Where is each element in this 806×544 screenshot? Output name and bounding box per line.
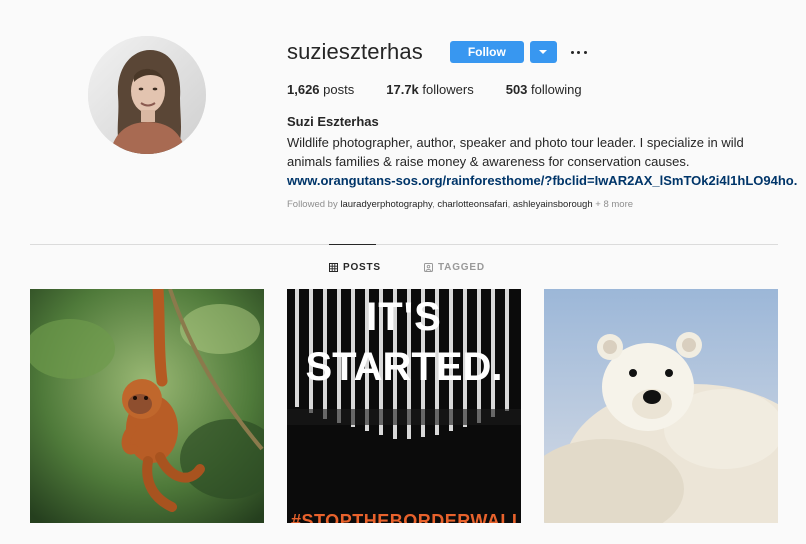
profile-title-row: suzieszterhas Follow	[287, 38, 797, 66]
tab-posts-label: POSTS	[343, 262, 381, 273]
profile-info: suzieszterhas Follow 1,626 posts 17.7k f…	[287, 38, 797, 210]
post-thumbnail-polar-bear[interactable]	[544, 289, 778, 523]
profile-username: suzieszterhas	[287, 39, 423, 64]
tab-tagged-label: TAGGED	[438, 262, 485, 273]
followers-label: followers	[422, 82, 474, 97]
profile-bio: Wildlife photographer, author, speaker a…	[287, 135, 744, 169]
profile-website-link[interactable]: www.orangutans-sos.org/rainforesthome/?f…	[287, 171, 797, 190]
followed-by-more[interactable]: + 8 more	[595, 199, 633, 210]
chevron-down-icon	[539, 50, 548, 54]
post-thumbnail-its-started[interactable]: IT'S STARTED. #STOPTHEBORDERWALL	[287, 289, 521, 523]
tab-posts[interactable]: POSTS	[329, 262, 381, 273]
more-options-button[interactable]	[570, 44, 587, 60]
followed-by-account[interactable]: charlotteonsafari	[437, 199, 507, 210]
followed-by-prefix: Followed by	[287, 199, 338, 210]
profile-full-name: Suzi Eszterhas	[287, 114, 379, 129]
more-dot-icon	[570, 50, 574, 54]
following-count: 503	[505, 82, 528, 97]
profile-avatar[interactable]	[88, 36, 206, 154]
post-graphic-line1: IT'S	[366, 295, 442, 339]
tab-tagged[interactable]: TAGGED	[424, 262, 485, 273]
followed-by-account[interactable]: ashleyainsborough	[513, 199, 593, 210]
following-stat[interactable]: 503 following	[506, 82, 582, 97]
follow-button[interactable]: Follow	[449, 41, 524, 63]
followers-count: 17.7k	[386, 82, 419, 97]
post-graphic-hashtag: #STOPTHEBORDERWALL	[291, 511, 521, 523]
following-label: following	[531, 82, 582, 97]
suggested-dropdown-button[interactable]	[529, 41, 557, 63]
profile-page: suzieszterhas Follow 1,626 posts 17.7k f…	[0, 0, 806, 544]
followed-by-line: Followed by lauradyerphotography, charlo…	[287, 199, 634, 210]
profile-stats: 1,626 posts 17.7k followers 503 followin…	[287, 82, 797, 97]
post-graphic-line2: STARTED.	[305, 345, 503, 389]
tabs-divider	[30, 244, 778, 245]
posts-stat: 1,626 posts	[287, 82, 354, 97]
posts-label: posts	[323, 82, 355, 97]
grid-icon	[329, 263, 338, 272]
followers-stat[interactable]: 17.7k followers	[386, 82, 473, 97]
post-thumbnail-orangutan[interactable]	[30, 289, 264, 523]
posts-count: 1,626	[287, 82, 320, 97]
more-dot-icon	[577, 50, 581, 54]
active-tab-indicator	[329, 244, 376, 245]
more-dot-icon	[583, 50, 587, 54]
followed-by-account[interactable]: lauradyerphotography	[340, 199, 432, 210]
tag-icon	[424, 263, 433, 272]
